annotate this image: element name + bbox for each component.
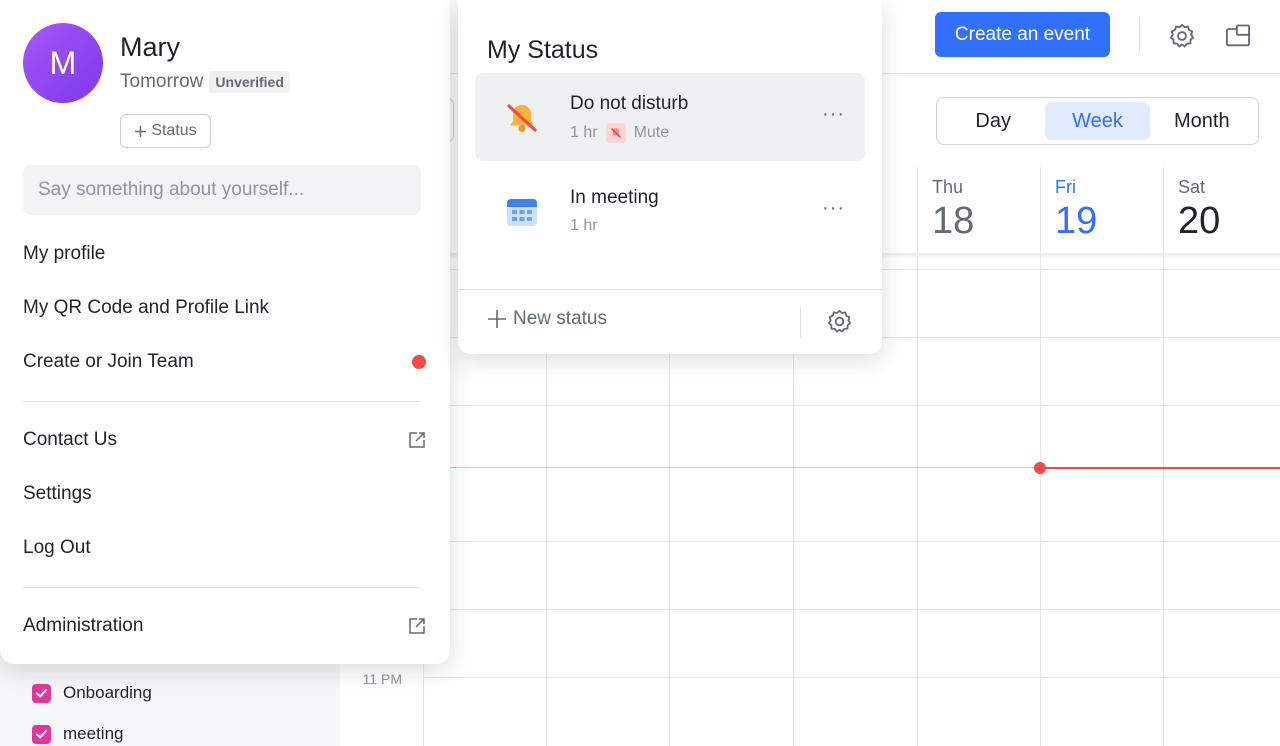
- checkbox-checked-icon[interactable]: [32, 683, 51, 703]
- status-option-do-not-disturb[interactable]: Do not disturb 1 hr Mute ···: [475, 73, 865, 161]
- about-yourself-input[interactable]: [23, 165, 421, 215]
- my-status-popup: My Status Do not disturb 1 hr Mute ··· I…: [458, 0, 882, 354]
- grid-hline: [424, 541, 1280, 542]
- menu-item-label: Create or Join Team: [23, 351, 194, 372]
- menu-item-create-team[interactable]: Create or Join Team: [0, 341, 450, 383]
- tab-week[interactable]: Week: [1045, 102, 1150, 140]
- new-status-button[interactable]: New status: [487, 308, 607, 330]
- menu-item-label: My profile: [23, 243, 106, 264]
- menu-item-administration[interactable]: Administration: [0, 605, 450, 647]
- time-label: 11 PM: [362, 671, 402, 687]
- day-header-sat[interactable]: Sat 20: [1163, 167, 1280, 253]
- status-option-in-meeting[interactable]: In meeting 1 hr ···: [475, 167, 865, 255]
- new-status-label: New status: [513, 308, 607, 329]
- day-number: 20: [1178, 200, 1221, 242]
- add-status-button[interactable]: Status: [120, 114, 211, 148]
- menu-divider: [23, 401, 421, 402]
- footer-divider: [800, 307, 801, 337]
- current-time-line-today: [1040, 467, 1280, 469]
- status-name: In meeting: [570, 187, 659, 208]
- more-icon[interactable]: ···: [822, 103, 845, 126]
- calendar-icon: [503, 193, 541, 231]
- menu-item-label: Contact Us: [23, 429, 117, 450]
- status-duration: 1 hr: [570, 124, 598, 141]
- user-name: Mary: [120, 32, 180, 62]
- grid-vline: [1040, 255, 1041, 746]
- external-link-icon: [409, 618, 425, 634]
- grid-vline: [917, 255, 918, 746]
- menu-item-label: Settings: [23, 483, 92, 504]
- status-meta: 1 hr: [570, 217, 598, 235]
- unverified-badge: Unverified: [209, 71, 290, 93]
- menu-divider: [23, 587, 421, 588]
- grid-hline: [424, 405, 1280, 406]
- status-name: Do not disturb: [570, 93, 689, 114]
- gear-icon[interactable]: [824, 306, 854, 336]
- create-event-button[interactable]: Create an event: [935, 12, 1110, 57]
- menu-item-contact-us[interactable]: Contact Us: [0, 419, 450, 461]
- menu-item-log-out[interactable]: Log Out: [0, 527, 450, 569]
- day-name: Fri: [1055, 177, 1076, 197]
- more-icon[interactable]: ···: [822, 197, 845, 220]
- mute-icon: [605, 123, 626, 143]
- day-number: 19: [1055, 200, 1098, 242]
- menu-item-label: Log Out: [23, 537, 91, 558]
- checkbox-checked-icon[interactable]: [32, 724, 51, 744]
- status-footer-divider: [458, 289, 882, 290]
- calendar-list-item[interactable]: Onboarding: [32, 681, 152, 705]
- add-status-label: Status: [151, 122, 197, 139]
- external-link-icon: [409, 432, 425, 448]
- tab-month[interactable]: Month: [1150, 102, 1254, 140]
- menu-item-qr-code[interactable]: My QR Code and Profile Link: [0, 287, 450, 329]
- user-time-label: Tomorrow: [120, 71, 204, 92]
- grid-vline: [1163, 255, 1164, 746]
- tab-day[interactable]: Day: [941, 102, 1045, 140]
- current-time-dot: [1034, 462, 1046, 474]
- calendar-name: meeting: [63, 724, 124, 743]
- grid-hline: [424, 609, 1280, 610]
- bell-off-icon: [503, 99, 541, 137]
- day-number: 18: [932, 200, 975, 242]
- day-name: Sat: [1178, 177, 1206, 197]
- menu-item-settings[interactable]: Settings: [0, 473, 450, 515]
- grid-hline: [424, 677, 1280, 678]
- calendar-name: Onboarding: [63, 683, 152, 702]
- plus-icon: [135, 125, 147, 137]
- plus-icon: [488, 310, 506, 328]
- status-panel-title: My Status: [487, 36, 599, 64]
- day-name: Thu: [932, 177, 964, 197]
- view-switcher: Day Week Month: [936, 97, 1259, 145]
- mute-label: Mute: [633, 124, 670, 141]
- day-header-fri[interactable]: Fri 19: [1040, 167, 1163, 253]
- status-meta: 1 hr Mute: [570, 123, 669, 143]
- avatar[interactable]: M: [23, 23, 103, 103]
- window-icon[interactable]: [1222, 20, 1254, 52]
- user-subtitle: Tomorrow Unverified: [120, 71, 290, 93]
- toolbar-divider: [1139, 17, 1140, 51]
- status-duration: 1 hr: [570, 217, 598, 234]
- notification-dot: [412, 355, 426, 369]
- menu-item-my-profile[interactable]: My profile: [0, 233, 450, 275]
- day-header-thu[interactable]: Thu 18: [917, 167, 1040, 253]
- menu-item-label: Administration: [23, 615, 144, 636]
- profile-menu-popup: M Mary Tomorrow Unverified Status My pro…: [0, 0, 450, 664]
- calendar-list-item[interactable]: meeting: [32, 722, 123, 746]
- menu-item-label: My QR Code and Profile Link: [23, 297, 270, 318]
- gear-icon[interactable]: [1166, 20, 1198, 52]
